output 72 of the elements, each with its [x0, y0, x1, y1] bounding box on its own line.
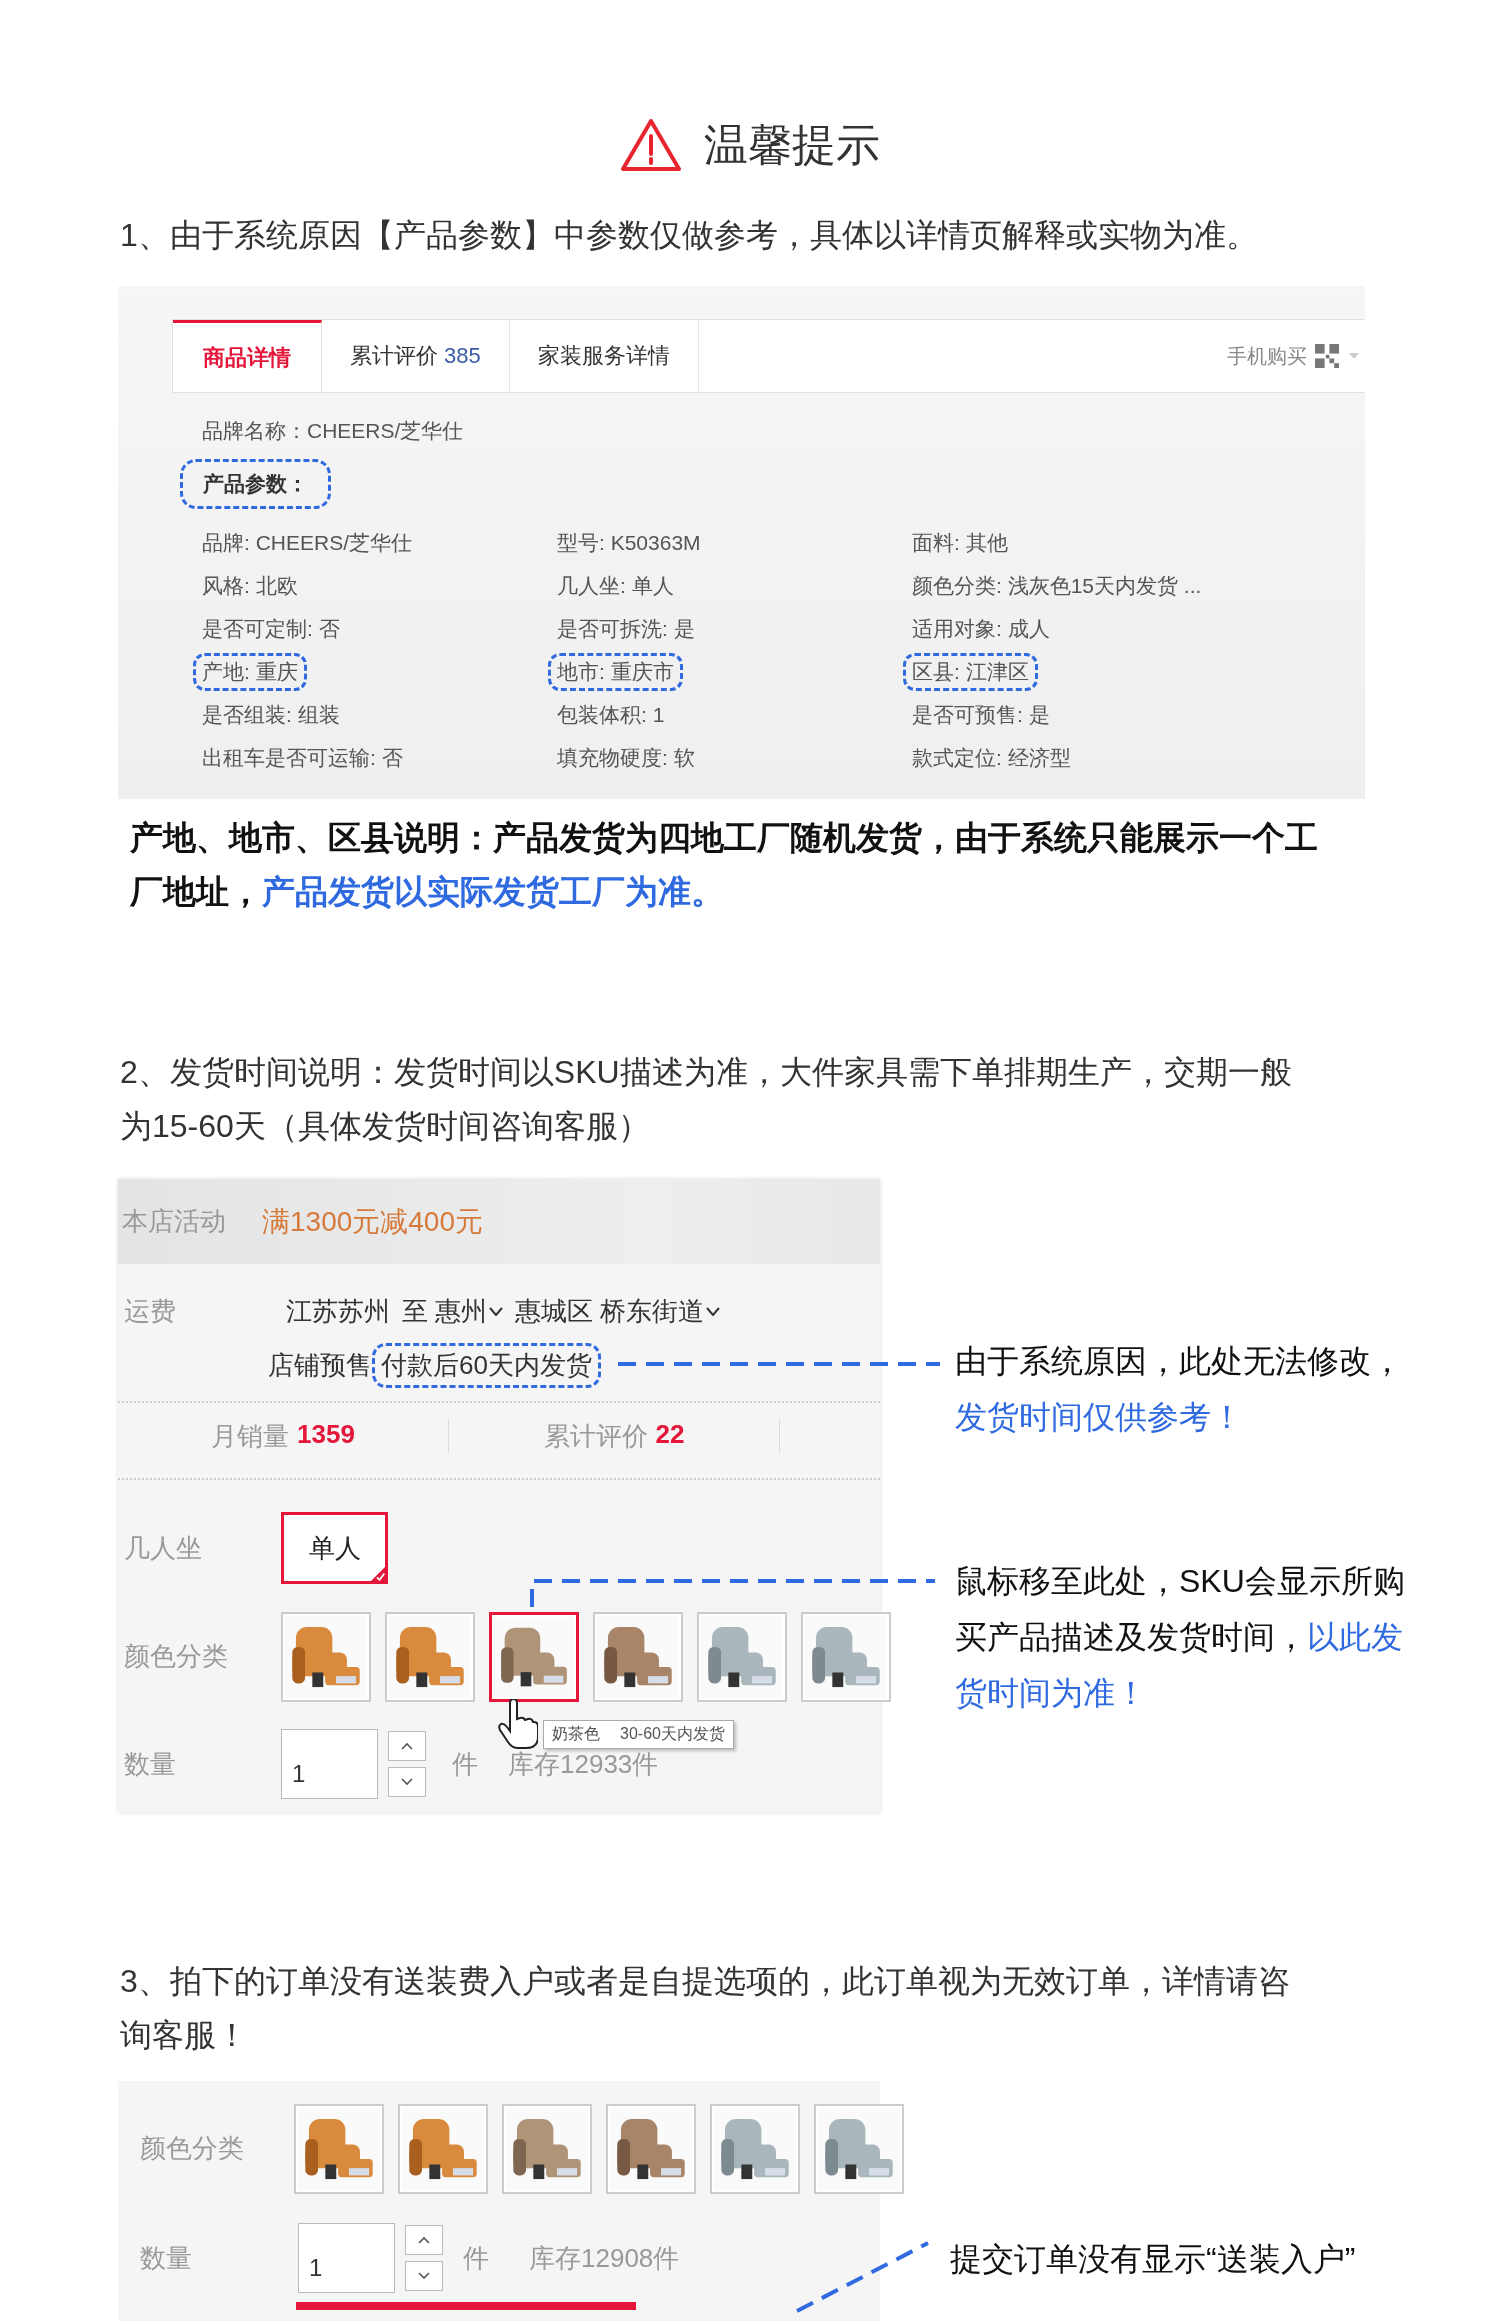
unit-text: 件 [452, 1747, 478, 1781]
qr-code-icon[interactable] [1315, 344, 1339, 368]
quantity-label: 数量 [140, 2241, 192, 2275]
presale-text: 店铺预售 [268, 1348, 372, 1382]
chevron-up-icon [418, 2236, 430, 2244]
param-text: 适用对象: 成人 [911, 615, 1051, 642]
brand-name: 品牌名称：CHEERS/芝华仕 [202, 418, 465, 444]
param-text: 地市: 重庆市 [548, 652, 683, 691]
chevron-down-icon [401, 1778, 413, 1786]
param-text: 品牌: CHEERS/芝华仕 [201, 529, 414, 556]
param-text: 是否组装: 组装 [201, 701, 341, 728]
chevron-icon [706, 1306, 721, 1316]
hand-cursor-icon [498, 1699, 538, 1749]
stat-label: 累计评价 [543, 1419, 648, 1453]
stock-text: 库存12908件 [529, 2241, 680, 2275]
promo-label: 本店活动 [122, 1205, 226, 1238]
promo-value: 满1300元减400元 [262, 1204, 483, 1239]
param-text: 款式定位: 经济型 [911, 744, 1072, 771]
param-text: 包装体积: 1 [556, 701, 666, 728]
stat-value: 1359 [297, 1418, 355, 1451]
delivery-time: 付款后60天内发货 [372, 1342, 601, 1388]
color-label: 颜色分类 [123, 1640, 229, 1673]
param-text: 风格: 北欧 [201, 572, 299, 599]
unit-text: 件 [463, 2241, 489, 2275]
param-text: 区县: 江津区 [903, 652, 1038, 691]
param-text: 产地: 重庆 [193, 652, 307, 691]
increment-button[interactable] [405, 2225, 443, 2255]
notice-text: 2、发货时间说明：发货时间以SKU描述为准，大件家具需下单排期生产，交期一般为15-60天（具体发货时间咨询客服） [120, 1053, 1293, 1146]
tooltip-time: 30-60天内发货 [620, 1724, 725, 1744]
shipping-label: 运费 [123, 1294, 177, 1328]
decrement-button[interactable] [388, 1767, 426, 1797]
quantity-label: 数量 [123, 1747, 177, 1781]
tab[interactable]: 累计评价 385 [322, 320, 510, 392]
param-text: 是否可定制: 否 [201, 615, 341, 642]
destination-dropdown[interactable]: 至 惠州 [402, 1293, 504, 1329]
chevron-icon [489, 1306, 504, 1316]
param-text: 是否可预售: 是 [911, 701, 1051, 728]
callout-text: 由于系统原因，此处无法修改， 发货时间仅供参考！ [955, 1342, 1404, 1437]
check-icon [370, 1566, 386, 1582]
stat-value: 22 [655, 1418, 685, 1451]
param-text: 型号: K50363M [556, 529, 702, 556]
callout-text: 鼠标移至此处，SKU会显示所购买产品描述及发货时间，以此发货时间为准！ [955, 1562, 1406, 1713]
quantity-field[interactable]: 1 [281, 1729, 378, 1799]
tab[interactable]: 商品详情 [173, 320, 322, 392]
notice-text: 3、拍下的订单没有送装费入户或者是自提选项的，此订单视为无效订单，详情请咨询客服！ [120, 1962, 1291, 2055]
param-text: 出租车是否可运输: 否 [201, 744, 404, 771]
mobile-buy-link[interactable]: 手机购买 [1227, 342, 1307, 370]
quantity-field[interactable]: 1 [298, 2223, 395, 2293]
seat-option[interactable]: 单人 [281, 1512, 388, 1584]
notice-text: 1、由于系统原因【产品参数】中参数仅做参考，具体以详情页解释或实物为准。 [120, 216, 1259, 255]
color-label: 颜色分类 [140, 2132, 244, 2165]
origin-text: 江苏苏州 [286, 1294, 390, 1328]
callout-text: 提交订单没有显示“送装入户” [950, 2240, 1356, 2279]
seats-label: 几人坐 [123, 1531, 203, 1565]
page-title: 温馨提示 [704, 118, 880, 171]
param-text: 填充物硬度: 软 [556, 744, 696, 771]
area-dropdown[interactable]: 惠城区 桥东街道 [515, 1293, 721, 1329]
tab[interactable]: 家装服务详情 [509, 320, 699, 392]
increment-button[interactable] [388, 1731, 426, 1761]
param-text: 面料: 其他 [911, 529, 1009, 556]
note-text: 产地、地市、区县说明：产品发货为四地工厂随机发货，由于系统只能展示一个工厂地址，产品发货以实际发货工厂为准。 [130, 818, 1319, 912]
param-text: 几人坐: 单人 [556, 572, 675, 599]
tooltip-color: 奶茶色 [552, 1724, 600, 1744]
chevron-up-icon [401, 1742, 413, 1750]
stat-label: 月销量 [211, 1419, 290, 1453]
param-text: 颜色分类: 浅灰色15天内发货 ... [911, 572, 1203, 599]
chevron-down-icon [418, 2272, 430, 2280]
params-heading: 产品参数： [180, 459, 331, 509]
warning-icon [620, 118, 682, 172]
decrement-button[interactable] [405, 2261, 443, 2291]
param-text: 是否可拆洗: 是 [556, 615, 696, 642]
stock-text: 库存12933件 [508, 1747, 659, 1781]
